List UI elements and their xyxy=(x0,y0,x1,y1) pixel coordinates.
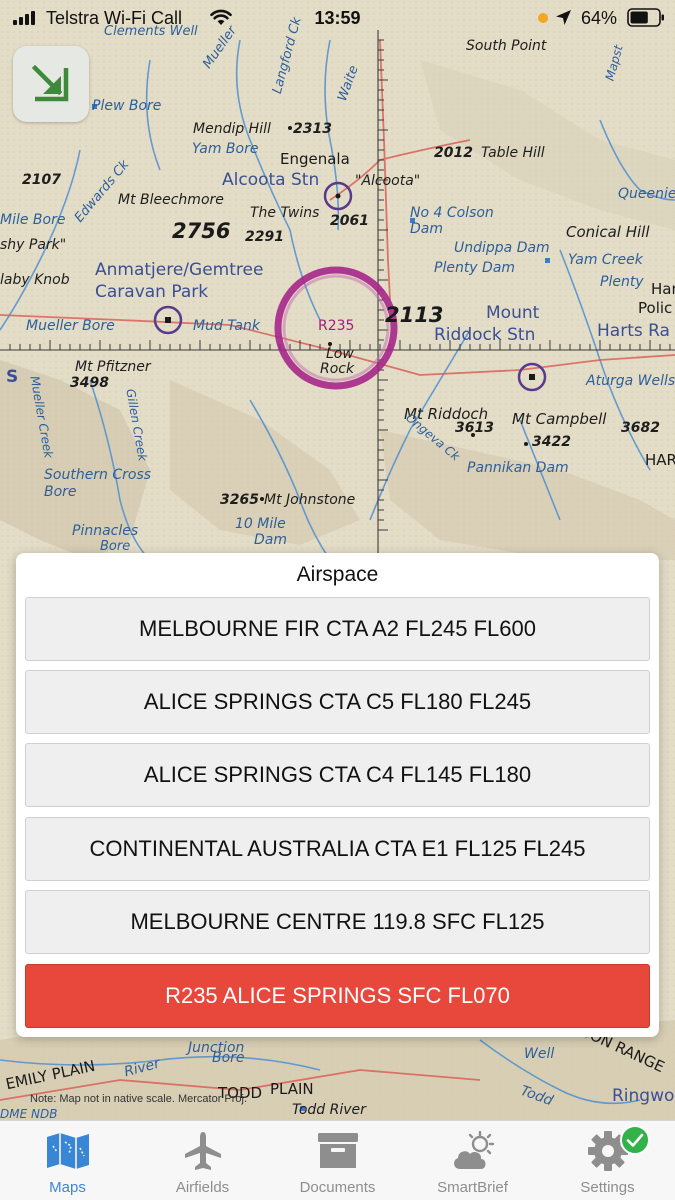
map-label: Pinnacles xyxy=(72,523,139,539)
map-label: 10 Mile xyxy=(235,516,286,532)
map-scale-note: Note: Map not in native scale. Mercator … xyxy=(30,1093,248,1105)
map-label: Aturga Wells xyxy=(586,373,675,389)
tab-label: Airfields xyxy=(175,1179,230,1196)
map-label: Mile Bore xyxy=(0,212,66,228)
map-label: Plenty xyxy=(600,274,644,290)
map-label: Harts Ra xyxy=(597,321,670,341)
map-label: Bore xyxy=(44,484,77,500)
airspace-row-selected[interactable]: R235 ALICE SPRINGS SFC FL070 xyxy=(25,964,650,1028)
map-label: Queenie xyxy=(618,186,675,202)
tab-smartbrief[interactable]: SmartBrief xyxy=(405,1121,540,1200)
map-label: 2313 xyxy=(293,121,332,137)
map-label: 3498 xyxy=(70,375,109,391)
map-label: HAR xyxy=(645,451,675,469)
map-label: Mud Tank xyxy=(193,318,260,334)
map-label: DME NDB xyxy=(0,1107,58,1120)
map-label: Yam Creek xyxy=(568,252,643,268)
map-label: shy Park" xyxy=(0,237,67,253)
battery-percentage: 64% xyxy=(581,8,618,28)
map-label: "Alcoota" xyxy=(355,173,421,189)
map-label: South Point xyxy=(466,38,547,54)
airplane-icon xyxy=(184,1132,221,1170)
map-label: Mount xyxy=(486,303,540,323)
map-label: 2061 xyxy=(330,213,369,229)
airspace-panel: Airspace MELBOURNE FIR CTA A2 FL245 FL60… xyxy=(16,553,659,1037)
tab-documents[interactable]: Documents xyxy=(270,1121,405,1200)
map-label: PLAIN xyxy=(270,1080,314,1098)
map-label: Table Hill xyxy=(481,145,545,161)
map-label: Todd River xyxy=(292,1102,366,1118)
airspace-row[interactable]: ALICE SPRINGS CTA C4 FL145 FL180 xyxy=(25,743,650,807)
tab-label: Settings xyxy=(580,1179,635,1196)
tab-label: Documents xyxy=(299,1179,376,1196)
weather-icon xyxy=(453,1131,494,1169)
map-label: Har xyxy=(651,280,675,298)
map-label: 3422 xyxy=(532,434,571,450)
map-label: Mendip Hill xyxy=(193,121,271,137)
map-label: The Twins xyxy=(250,205,320,221)
tab-bar: Maps Airfields Documents SmartBrief Sett… xyxy=(0,1120,675,1200)
tab-settings[interactable]: Settings xyxy=(540,1121,675,1200)
map-mode-button[interactable] xyxy=(13,46,89,122)
airspace-row[interactable]: MELBOURNE CENTRE 119.8 SFC FL125 xyxy=(25,890,650,954)
map-label: Bore xyxy=(212,1050,245,1066)
map-label: Mt Johnstone xyxy=(264,492,356,508)
battery-level xyxy=(630,11,648,24)
map-label: Low xyxy=(326,346,354,362)
archive-box-icon xyxy=(317,1133,358,1168)
map-label: 3682 xyxy=(621,420,660,436)
tab-label: Maps xyxy=(49,1179,86,1196)
recording-dot-icon xyxy=(538,13,548,23)
location-arrow-icon xyxy=(556,10,571,25)
tab-maps[interactable]: Maps xyxy=(0,1121,135,1200)
airspace-row[interactable]: ALICE SPRINGS CTA C5 FL180 FL245 xyxy=(25,670,650,734)
map-label: 2113 xyxy=(385,303,444,327)
map-label: S xyxy=(6,367,19,387)
map-label: Mt Campbell xyxy=(512,410,607,428)
map-label: Plew Bore xyxy=(92,98,162,114)
map-label: Polic xyxy=(638,299,673,317)
panel-title: Airspace xyxy=(296,563,379,586)
map-label: 3613 xyxy=(455,420,494,436)
map-label: Riddock Stn xyxy=(434,325,536,345)
map-label: Anmatjere/Gemtree xyxy=(95,260,264,280)
map-label: laby Knob xyxy=(0,272,70,288)
map-label: Dam xyxy=(410,221,443,237)
map-label: No 4 Colson xyxy=(410,205,494,221)
battery-icon xyxy=(627,8,664,27)
map-label: Southern Cross xyxy=(44,467,152,483)
tab-airfields[interactable]: Airfields xyxy=(135,1121,270,1200)
clock: 13:59 xyxy=(314,8,361,28)
arrow-down-right-icon xyxy=(31,64,69,102)
check-badge-icon xyxy=(620,1125,650,1155)
map-label: Rock xyxy=(320,361,355,377)
map-label: Mueller Bore xyxy=(26,318,115,334)
map-label: 2107 xyxy=(22,172,61,188)
map-label: Yam Bore xyxy=(192,141,259,157)
map-label: Dam xyxy=(254,532,287,548)
map-icon xyxy=(46,1133,89,1169)
map-label: Conical Hill xyxy=(566,223,650,241)
map-label: Undippa Dam xyxy=(454,240,550,256)
map-label: Mt Pfitzner xyxy=(75,359,151,375)
map-label: 3265 xyxy=(220,492,259,508)
map-label: Alcoota Stn xyxy=(222,170,320,190)
map-label: Caravan Park xyxy=(95,282,209,302)
map-label: Bore xyxy=(100,539,131,554)
map-label: Engenala xyxy=(280,150,350,168)
airspace-row[interactable]: CONTINENTAL AUSTRALIA CTA E1 FL125 FL245 xyxy=(25,817,650,881)
map-label: 2291 xyxy=(245,229,284,245)
map-label: Well xyxy=(524,1046,555,1062)
map-label-restricted: R235 xyxy=(318,318,355,334)
airspace-row[interactable]: MELBOURNE FIR CTA A2 FL245 FL600 xyxy=(25,597,650,661)
map-label: 2756 xyxy=(172,219,231,243)
tab-label: SmartBrief xyxy=(437,1179,508,1196)
map-label: Plenty Dam xyxy=(434,260,516,276)
map-label: Mt Bleechmore xyxy=(118,192,224,208)
map-label: Ringwo xyxy=(612,1086,675,1106)
map-label: 2012 xyxy=(434,145,473,161)
status-bar: Telstra Wi-Fi Call 13:59 64% xyxy=(0,0,675,36)
map-label: Pannikan Dam xyxy=(467,460,569,476)
